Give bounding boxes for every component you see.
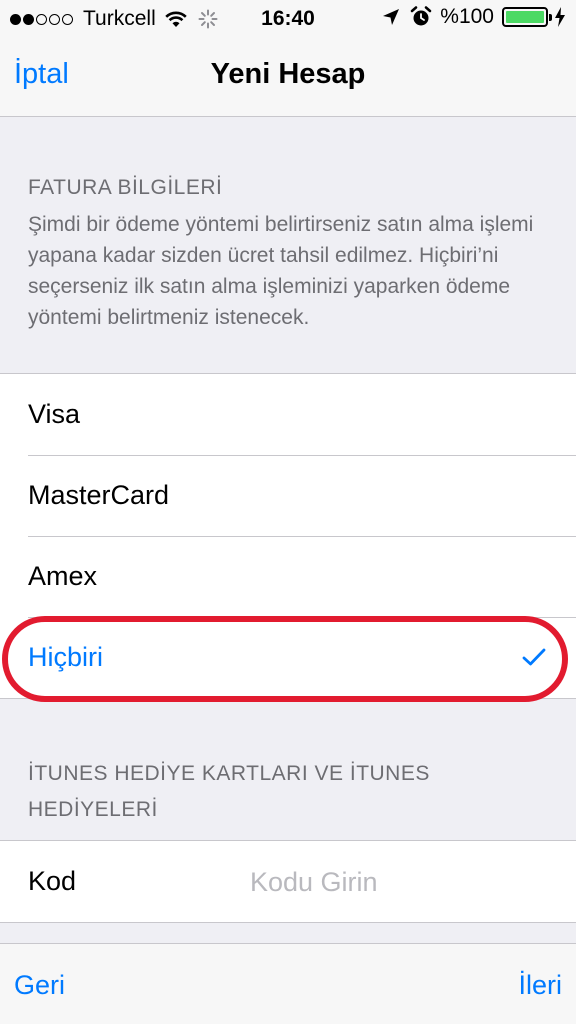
bottom-toolbar: Geri İleri xyxy=(0,943,576,1024)
signal-dot xyxy=(49,13,60,25)
navigation-bar: İptal Yeni Hesap xyxy=(0,38,576,117)
signal-dot xyxy=(62,13,73,25)
activity-spinner-icon xyxy=(198,9,218,29)
status-left: Turkcell xyxy=(10,7,218,31)
payment-option-visa[interactable]: Visa xyxy=(0,374,576,455)
payment-option-none[interactable]: Hiçbiri xyxy=(0,617,576,698)
carrier-name: Turkcell xyxy=(83,7,156,30)
signal-dot xyxy=(23,13,34,25)
alarm-clock-icon xyxy=(411,6,432,26)
gift-section-header: İTUNES HEDİYE KARTLARI VE İTUNES HEDİYEL… xyxy=(28,762,430,821)
signal-dot xyxy=(10,13,21,25)
payment-option-label: MasterCard xyxy=(28,480,170,510)
payment-option-label: Visa xyxy=(28,399,81,429)
cancel-button[interactable]: İptal xyxy=(14,58,69,91)
gift-code-group: Kod xyxy=(0,840,576,924)
status-right: %100 xyxy=(382,5,566,29)
billing-description: Şimdi bir ödeme yöntemi belirtirseniz sa… xyxy=(28,213,534,329)
next-button[interactable]: İleri xyxy=(518,970,562,1001)
payment-option-amex[interactable]: Amex xyxy=(0,536,576,617)
battery-cap xyxy=(549,14,552,21)
location-arrow-icon xyxy=(383,9,400,25)
checkmark-icon xyxy=(522,648,546,666)
back-button[interactable]: Geri xyxy=(14,970,65,1001)
page-title: Yeni Hesap xyxy=(210,58,366,90)
gift-code-input[interactable] xyxy=(248,841,552,924)
battery-percentage: %100 xyxy=(440,5,494,28)
billing-section-header: FATURA BİLGİLERİ xyxy=(28,176,223,199)
status-bar: Turkcell 16:40 %100 xyxy=(0,0,576,38)
battery-level xyxy=(506,11,544,23)
payment-option-label: Hiçbiri xyxy=(28,642,104,672)
signal-dot xyxy=(36,13,47,25)
battery-icon xyxy=(502,7,552,27)
payment-option-label: Amex xyxy=(28,561,98,591)
charging-bolt-icon xyxy=(555,7,565,27)
wifi-icon xyxy=(165,11,187,27)
payment-option-mastercard[interactable]: MasterCard xyxy=(0,455,576,536)
payment-method-list: Visa MasterCard Amex Hiçbiri xyxy=(0,373,576,699)
signal-strength-icon xyxy=(10,13,75,25)
gift-code-label: Kod xyxy=(28,866,77,896)
gift-code-row: Kod xyxy=(0,841,576,924)
